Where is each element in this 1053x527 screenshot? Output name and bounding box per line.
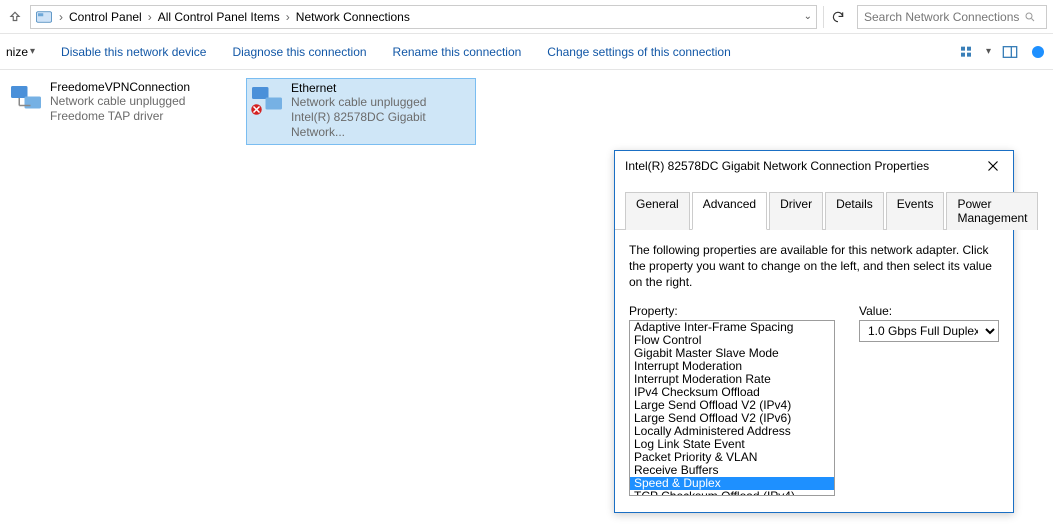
dialog-titlebar: Intel(R) 82578DC Gigabit Network Connect… [615, 151, 1013, 181]
connection-status: Network cable unplugged [291, 95, 473, 110]
connection-title: FreedomeVPNConnection [50, 80, 190, 94]
address-bar: › Control Panel › All Control Panel Item… [0, 0, 1053, 34]
tab-general[interactable]: General [625, 192, 690, 230]
network-adapter-error-icon [249, 81, 285, 117]
search-placeholder: Search Network Connections [864, 10, 1019, 24]
search-input[interactable]: Search Network Connections [857, 5, 1047, 29]
adapter-properties-dialog: Intel(R) 82578DC Gigabit Network Connect… [614, 150, 1014, 513]
view-options-icon[interactable] [958, 43, 976, 61]
connections-pane: FreedomeVPNConnection Network cable unpl… [0, 70, 1053, 153]
connection-item[interactable]: FreedomeVPNConnection Network cable unpl… [6, 78, 236, 145]
chevron-down-icon: ▾ [30, 46, 35, 57]
value-label: Value: [859, 304, 999, 318]
command-bar: nize ▾ Disable this network device Diagn… [0, 34, 1053, 70]
value-select[interactable]: 1.0 Gbps Full Duplex [859, 320, 999, 342]
dialog-tabs: General Advanced Driver Details Events P… [615, 181, 1013, 230]
control-panel-icon [35, 8, 53, 26]
organize-menu[interactable]: nize ▾ [6, 45, 35, 59]
connection-title: Ethernet [291, 81, 473, 95]
tab-driver[interactable]: Driver [769, 192, 823, 230]
tab-events[interactable]: Events [886, 192, 945, 230]
breadcrumb-item[interactable]: All Control Panel Items [154, 10, 284, 24]
tab-advanced[interactable]: Advanced [692, 192, 767, 230]
dialog-title: Intel(R) 82578DC Gigabit Network Connect… [625, 159, 983, 173]
connection-status: Network cable unplugged [50, 94, 190, 109]
network-adapter-icon [8, 80, 44, 116]
chevron-right-icon: › [57, 10, 65, 24]
breadcrumb-item[interactable]: Network Connections [292, 10, 414, 24]
connection-driver: Intel(R) 82578DC Gigabit Network... [291, 110, 473, 140]
change-settings-link[interactable]: Change settings of this connection [547, 45, 730, 59]
property-item[interactable]: TCP Checksum Offload (IPv4) [630, 490, 834, 496]
close-button[interactable] [983, 156, 1003, 176]
property-listbox[interactable]: Adaptive Inter-Frame SpacingFlow Control… [629, 320, 835, 496]
chevron-right-icon: › [284, 10, 292, 24]
chevron-down-icon[interactable]: ⌄ [804, 11, 812, 22]
rename-connection-link[interactable]: Rename this connection [393, 45, 522, 59]
tab-power-management[interactable]: Power Management [946, 192, 1038, 230]
chevron-down-icon[interactable]: ▾ [986, 46, 991, 57]
refresh-icon[interactable] [823, 6, 845, 28]
diagnose-connection-link[interactable]: Diagnose this connection [232, 45, 366, 59]
preview-pane-icon[interactable] [1001, 43, 1019, 61]
connection-item[interactable]: Ethernet Network cable unplugged Intel(R… [246, 78, 476, 145]
breadcrumb[interactable]: › Control Panel › All Control Panel Item… [30, 5, 817, 29]
chevron-right-icon: › [146, 10, 154, 24]
connection-driver: Freedome TAP driver [50, 109, 190, 124]
up-arrow-icon[interactable] [6, 8, 24, 26]
tab-body: The following properties are available f… [615, 230, 1013, 512]
property-label: Property: [629, 304, 835, 318]
tab-details[interactable]: Details [825, 192, 884, 230]
help-icon[interactable] [1029, 43, 1047, 61]
tab-description: The following properties are available f… [629, 242, 999, 290]
disable-device-link[interactable]: Disable this network device [61, 45, 206, 59]
breadcrumb-item[interactable]: Control Panel [65, 10, 146, 24]
